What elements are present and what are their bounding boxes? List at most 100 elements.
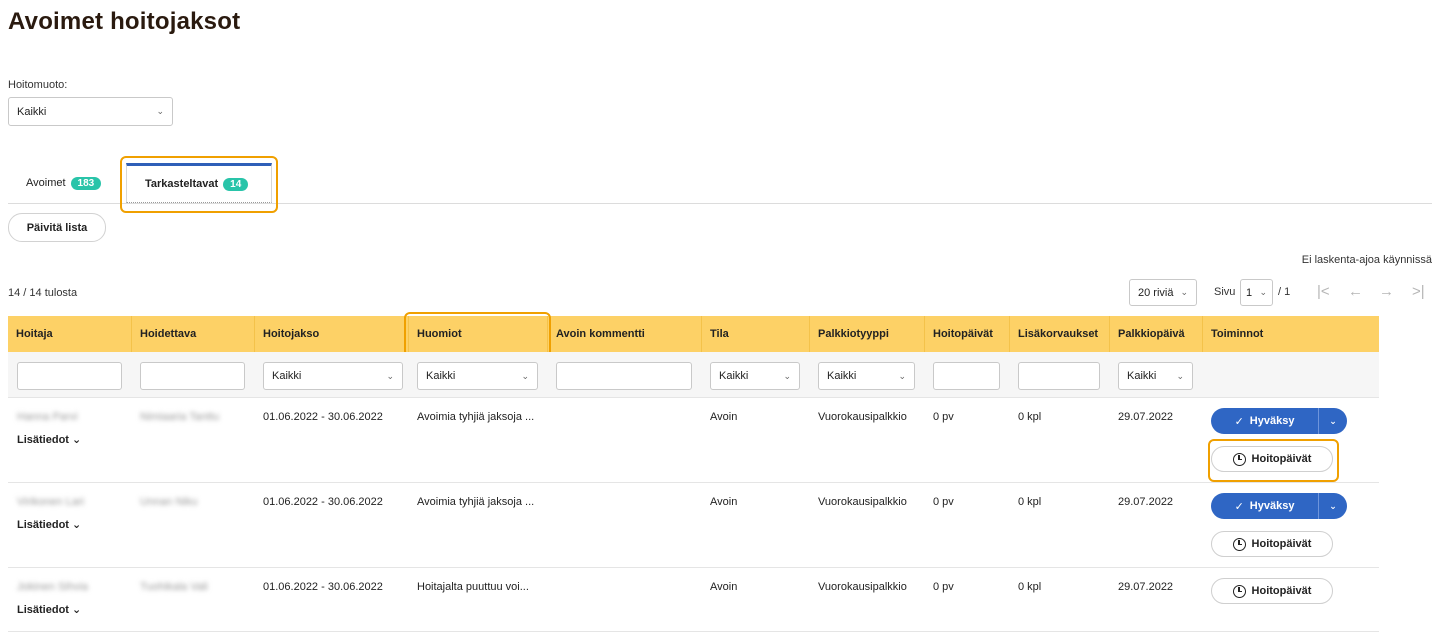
tab-tarkasteltavat-label: Tarkasteltavat [145, 178, 219, 190]
palkkiopaiva-value: 29.07.2022 [1118, 411, 1174, 423]
page-total: / 1 [1278, 286, 1291, 298]
details-toggle[interactable]: Lisätiedot ⌄ [17, 603, 81, 616]
hoitomuoto-select[interactable]: Kaikki ⌄ [8, 97, 173, 126]
palkkiopaiva-value: 29.07.2022 [1118, 496, 1174, 508]
page-label: Sivu [1214, 286, 1236, 298]
filter-hoitaja-input[interactable] [17, 362, 122, 390]
page-value: 1 [1246, 286, 1253, 299]
filter-hoitopaivat-input[interactable] [933, 362, 1000, 390]
filter-kommentti-input[interactable] [556, 362, 692, 390]
hoitomuoto-label: Hoitomuoto: [8, 79, 68, 91]
col-hoitopaivat[interactable]: Hoitopäivät [924, 316, 1009, 352]
filter-lisakorvaukset-input[interactable] [1018, 362, 1100, 390]
approve-options-button[interactable]: ⌄ [1319, 501, 1347, 512]
approve-label: Hyväksy [1249, 500, 1295, 512]
next-page-icon[interactable]: → [1379, 283, 1394, 300]
filter-hoidettava-input[interactable] [140, 362, 245, 390]
chevron-down-icon: ⌄ [783, 370, 791, 381]
table-row: Jokinen Sihvia Lisätiedot ⌄ Tuohikala Va… [8, 568, 1379, 632]
approve-label: Hyväksy [1249, 415, 1295, 427]
hoitopaivat-label: Hoitopäivät [1251, 453, 1312, 465]
filter-palkkiotyyppi-select[interactable]: Kaikki ⌄ [818, 362, 915, 390]
hoitopaivat-label: Hoitopäivät [1251, 585, 1312, 597]
chevron-down-icon: ⌄ [1176, 370, 1184, 381]
filter-huomiot-select[interactable]: Kaikki ⌄ [417, 362, 538, 390]
tabs-divider [8, 203, 1432, 204]
check-icon: ✓ [1234, 500, 1244, 513]
details-label: Lisätiedot [17, 604, 69, 616]
chevron-down-icon: ⌄ [72, 604, 82, 616]
palkkiotyyppi-value: Vuorokausipalkkio [818, 496, 907, 508]
col-avoin-kommentti[interactable]: Avoin kommentti [547, 316, 701, 352]
filter-palkkiopaiva-select[interactable]: Kaikki ⌄ [1118, 362, 1193, 390]
hoitaja-name: Jokinen Sihvia [17, 581, 88, 593]
tila-value: Avoin [710, 496, 738, 508]
hoidettava-name: Unnan Niku [140, 496, 198, 508]
tab-tarkasteltavat-count: 14 [223, 177, 249, 191]
chevron-down-icon: ⌄ [386, 370, 394, 381]
last-page-icon[interactable]: >| [1412, 283, 1425, 300]
col-tila[interactable]: Tila [701, 316, 809, 352]
clock-icon [1232, 537, 1246, 551]
chevron-down-icon: ⌄ [72, 434, 82, 446]
tab-avoimet-label: Avoimet [26, 177, 66, 189]
calculation-status: Ei laskenta-ajoa käynnissä [1301, 254, 1432, 266]
col-palkkiotyyppi[interactable]: Palkkiotyyppi [809, 316, 924, 352]
page-title: Avoimet hoitojaksot [8, 8, 241, 35]
palkkiotyyppi-value: Vuorokausipalkkio [818, 581, 907, 593]
rows-per-page-value: 20 riviä [1138, 286, 1174, 299]
details-toggle[interactable]: Lisätiedot ⌄ [17, 518, 81, 531]
hoidettava-name: Nimiaaria Tanttu [140, 411, 220, 423]
lisakorvaukset-value: 0 kpl [1018, 581, 1042, 593]
tila-value: Avoin [710, 411, 738, 423]
col-lisakorvaukset[interactable]: Lisäkorvaukset [1009, 316, 1109, 352]
page-select[interactable]: 1 ⌄ [1240, 279, 1273, 306]
hoitopaivat-label: Hoitopäivät [1251, 538, 1312, 550]
hoitaja-name: Hanna Parvi [17, 411, 78, 423]
filter-hoitojakso-value: Kaikki [272, 370, 302, 382]
chevron-down-icon: ⌄ [521, 370, 529, 381]
hoitojakso-value: 01.06.2022 - 30.06.2022 [263, 581, 383, 593]
col-hoitaja[interactable]: Hoitaja [8, 316, 131, 352]
filter-tila-select[interactable]: Kaikki ⌄ [710, 362, 800, 390]
hoitojakso-value: 01.06.2022 - 30.06.2022 [263, 496, 383, 508]
clock-icon [1232, 452, 1246, 466]
approve-button-group: ✓ Hyväksy ⌄ [1211, 493, 1347, 519]
huomiot-value: Avoimia tyhjiä jaksoja ... [417, 411, 535, 423]
details-label: Lisätiedot [17, 434, 69, 446]
chevron-down-icon: ⌄ [1329, 500, 1337, 511]
col-huomiot[interactable]: Huomiot [408, 316, 547, 352]
approve-button[interactable]: ✓ Hyväksy [1211, 493, 1319, 519]
first-page-icon[interactable]: |< [1317, 283, 1330, 300]
hoitopaivat-button[interactable]: Hoitopäivät [1211, 446, 1333, 472]
filter-hoitojakso-select[interactable]: Kaikki ⌄ [263, 362, 403, 390]
col-toiminnot: Toiminnot [1202, 316, 1379, 352]
lisakorvaukset-value: 0 kpl [1018, 496, 1042, 508]
approve-button[interactable]: ✓ Hyväksy [1211, 408, 1319, 434]
details-toggle[interactable]: Lisätiedot ⌄ [17, 433, 81, 446]
rows-per-page-select[interactable]: 20 riviä ⌄ [1129, 279, 1197, 306]
col-palkkiopaiva[interactable]: Palkkiopäivä [1109, 316, 1202, 352]
hoitomuoto-value: Kaikki [17, 105, 47, 118]
hoitopaivat-button[interactable]: Hoitopäivät [1211, 531, 1333, 557]
tab-tarkasteltavat[interactable]: Tarkasteltavat 14 [126, 163, 272, 203]
approve-options-button[interactable]: ⌄ [1319, 416, 1347, 427]
tab-avoimet[interactable]: Avoimet 183 [26, 163, 102, 203]
tila-value: Avoin [710, 581, 738, 593]
table-row: Virikonen Lari Lisätiedot ⌄ Unnan Niku 0… [8, 483, 1379, 568]
chevron-down-icon: ⌄ [72, 519, 82, 531]
chevron-down-icon: ⌄ [1259, 287, 1267, 297]
hoitaja-name: Virikonen Lari [17, 496, 85, 508]
huomiot-value: Hoitajalta puuttuu voi... [417, 581, 529, 593]
hoitopaivat-value: 0 pv [933, 411, 954, 423]
col-hoitojakso[interactable]: Hoitojakso [254, 316, 408, 352]
table-row: Hanna Parvi Lisätiedot ⌄ Nimiaaria Tantt… [8, 398, 1379, 483]
col-hoidettava[interactable]: Hoidettava [131, 316, 254, 352]
refresh-list-button[interactable]: Päivitä lista [8, 213, 106, 242]
hoitopaivat-button[interactable]: Hoitopäivät [1211, 578, 1333, 604]
hoitojakso-value: 01.06.2022 - 30.06.2022 [263, 411, 383, 423]
palkkiotyyppi-value: Vuorokausipalkkio [818, 411, 907, 423]
hoidettava-name: Tuohikala Vali [140, 581, 208, 593]
details-label: Lisätiedot [17, 519, 69, 531]
prev-page-icon[interactable]: ← [1348, 283, 1363, 300]
